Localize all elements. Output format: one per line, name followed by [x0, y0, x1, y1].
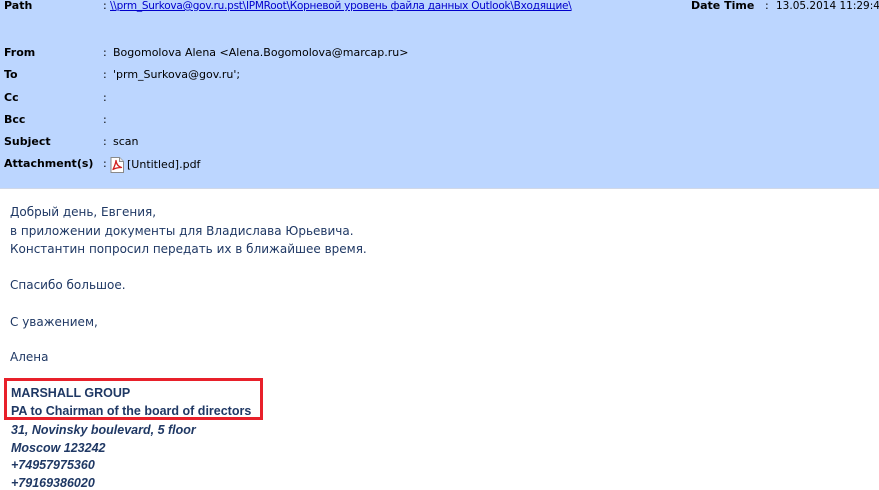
body-line: в приложении документы для Владислава Юр… [10, 224, 354, 238]
from-colon: : [103, 46, 107, 59]
subject-colon: : [103, 135, 107, 148]
to-colon: : [103, 68, 107, 81]
pdf-icon [110, 157, 124, 173]
thanks-line: Спасибо большое. [10, 278, 126, 292]
sender-name-line: Алена [10, 350, 49, 364]
from-label: From [4, 46, 36, 59]
regards-line: С уважением, [10, 315, 98, 329]
attachments-label: Attachment(s) [4, 157, 94, 170]
path-label: Path [4, 0, 33, 12]
bcc-label: Bcc [4, 113, 26, 126]
bcc-colon: : [103, 113, 107, 126]
attachment-name[interactable]: [Untitled].pdf [127, 158, 200, 172]
from-value: Bogomolova Alena <Alena.Bogomolova@marca… [113, 46, 409, 59]
highlight-box [4, 378, 263, 420]
body-line: Константин попросил передать их в ближай… [10, 242, 367, 256]
date-time-value: 13.05.2014 11:29:47 [776, 0, 879, 12]
attachments-colon: : [103, 157, 107, 170]
signature-phone2: +79169386020 [11, 476, 95, 490]
path-value[interactable]: \\prm_Surkova@gov.ru.pst\IPMRoot\Корнево… [110, 0, 572, 13]
signature-address-line2: Moscow 123242 [11, 441, 106, 455]
signature-phone1: +74957975360 [11, 458, 95, 472]
subject-value: scan [113, 135, 139, 148]
date-time-label: Date Time [691, 0, 755, 12]
path-link[interactable]: \\prm_Surkova@gov.ru.pst\IPMRoot\Корнево… [110, 0, 572, 12]
date-time-colon: : [765, 0, 769, 12]
attachment-item[interactable]: [Untitled].pdf [110, 157, 200, 173]
cc-colon: : [103, 91, 107, 104]
subject-label: Subject [4, 135, 51, 148]
cc-label: Cc [4, 91, 19, 104]
message-header: Path : \\prm_Surkova@gov.ru.pst\IPMRoot\… [0, 0, 879, 189]
signature-address-line1: 31, Novinsky boulevard, 5 floor [11, 423, 196, 437]
to-value: 'prm_Surkova@gov.ru'; [113, 68, 241, 81]
to-label: To [4, 68, 18, 81]
path-colon: : [103, 0, 107, 12]
greeting-line: Добрый день, Евгения, [10, 205, 157, 219]
